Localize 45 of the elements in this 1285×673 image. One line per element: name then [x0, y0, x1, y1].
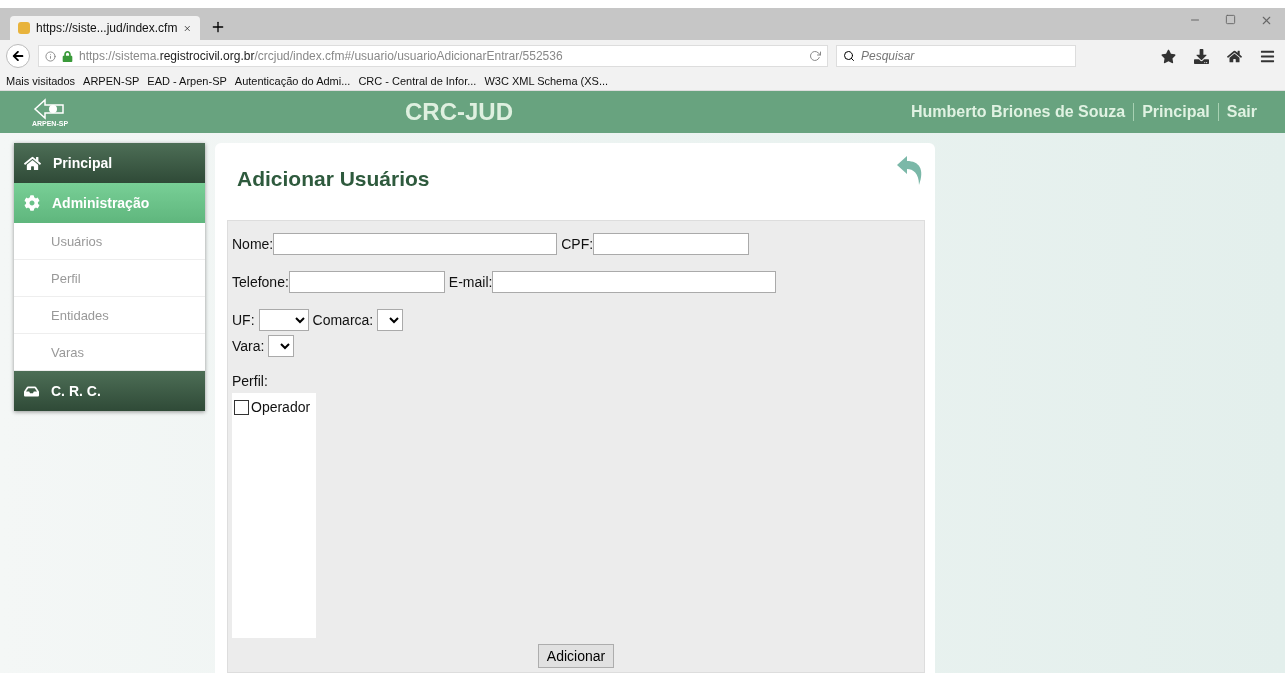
field-label: Perfil:	[232, 373, 269, 389]
field-label: Telefone:	[232, 274, 289, 290]
favicon-icon	[18, 22, 30, 34]
input-field[interactable]	[273, 233, 558, 255]
field-label: CPF:	[561, 236, 594, 252]
info-icon[interactable]	[45, 50, 56, 62]
checkbox[interactable]	[234, 399, 249, 415]
star-icon[interactable]	[1161, 48, 1176, 64]
bookmark-link[interactable]: EAD - Arpen-SP	[147, 75, 227, 87]
field-label: UF:	[232, 312, 255, 328]
add-button[interactable]: Adicionar	[537, 644, 615, 668]
page-title: Adicionar Usuários	[237, 167, 430, 191]
search-field[interactable]: Pesquisar	[836, 45, 1076, 67]
logo-icon	[33, 97, 67, 120]
input-field[interactable]	[492, 271, 777, 293]
reload-icon[interactable]	[809, 50, 821, 62]
lock-icon	[62, 50, 73, 62]
dropdown[interactable]	[268, 335, 295, 357]
back-arrow-icon	[12, 50, 24, 62]
bookmark-link[interactable]: ARPEN-SP	[83, 75, 140, 87]
checkbox-label: Operador	[251, 399, 311, 415]
dropdown[interactable]	[377, 309, 404, 331]
bookmark-link[interactable]: Mais visitados	[6, 75, 76, 87]
input-field[interactable]	[593, 233, 750, 255]
address-bar[interactable]: https://sistema.registrocivil.org.br/crcjud/index.cfm#/usuario/usuarioAdicionarEntrar/552536	[38, 45, 828, 67]
back-button[interactable]	[6, 44, 30, 68]
field-label: E-mail:	[448, 274, 493, 290]
download-icon[interactable]	[1194, 48, 1209, 64]
input-field[interactable]	[288, 271, 445, 293]
new-tab-icon[interactable]	[210, 19, 226, 35]
field-label: Nome:	[232, 236, 274, 252]
app-title: CRC-JUD	[405, 98, 513, 126]
bookmark-link[interactable]: W3C XML Schema (XS...	[484, 75, 609, 87]
bookmark-link[interactable]: CRC - Central de Infor...	[358, 75, 477, 87]
menu-icon[interactable]	[1260, 48, 1275, 64]
menu-item[interactable]: C. R. C.	[14, 371, 205, 411]
home-icon	[24, 154, 41, 172]
gear-icon	[24, 195, 40, 211]
browser-tab[interactable]: https://siste...jud/index.cfm	[10, 16, 200, 40]
menu-item[interactable]: Principal	[14, 143, 205, 183]
restore-icon[interactable]	[1225, 13, 1236, 25]
bookmark-link[interactable]: Autenticação do Admi...	[234, 75, 351, 87]
home-icon[interactable]	[1227, 48, 1242, 64]
field-label: Comarca:	[312, 312, 374, 328]
field-label: Vara:	[232, 338, 265, 354]
